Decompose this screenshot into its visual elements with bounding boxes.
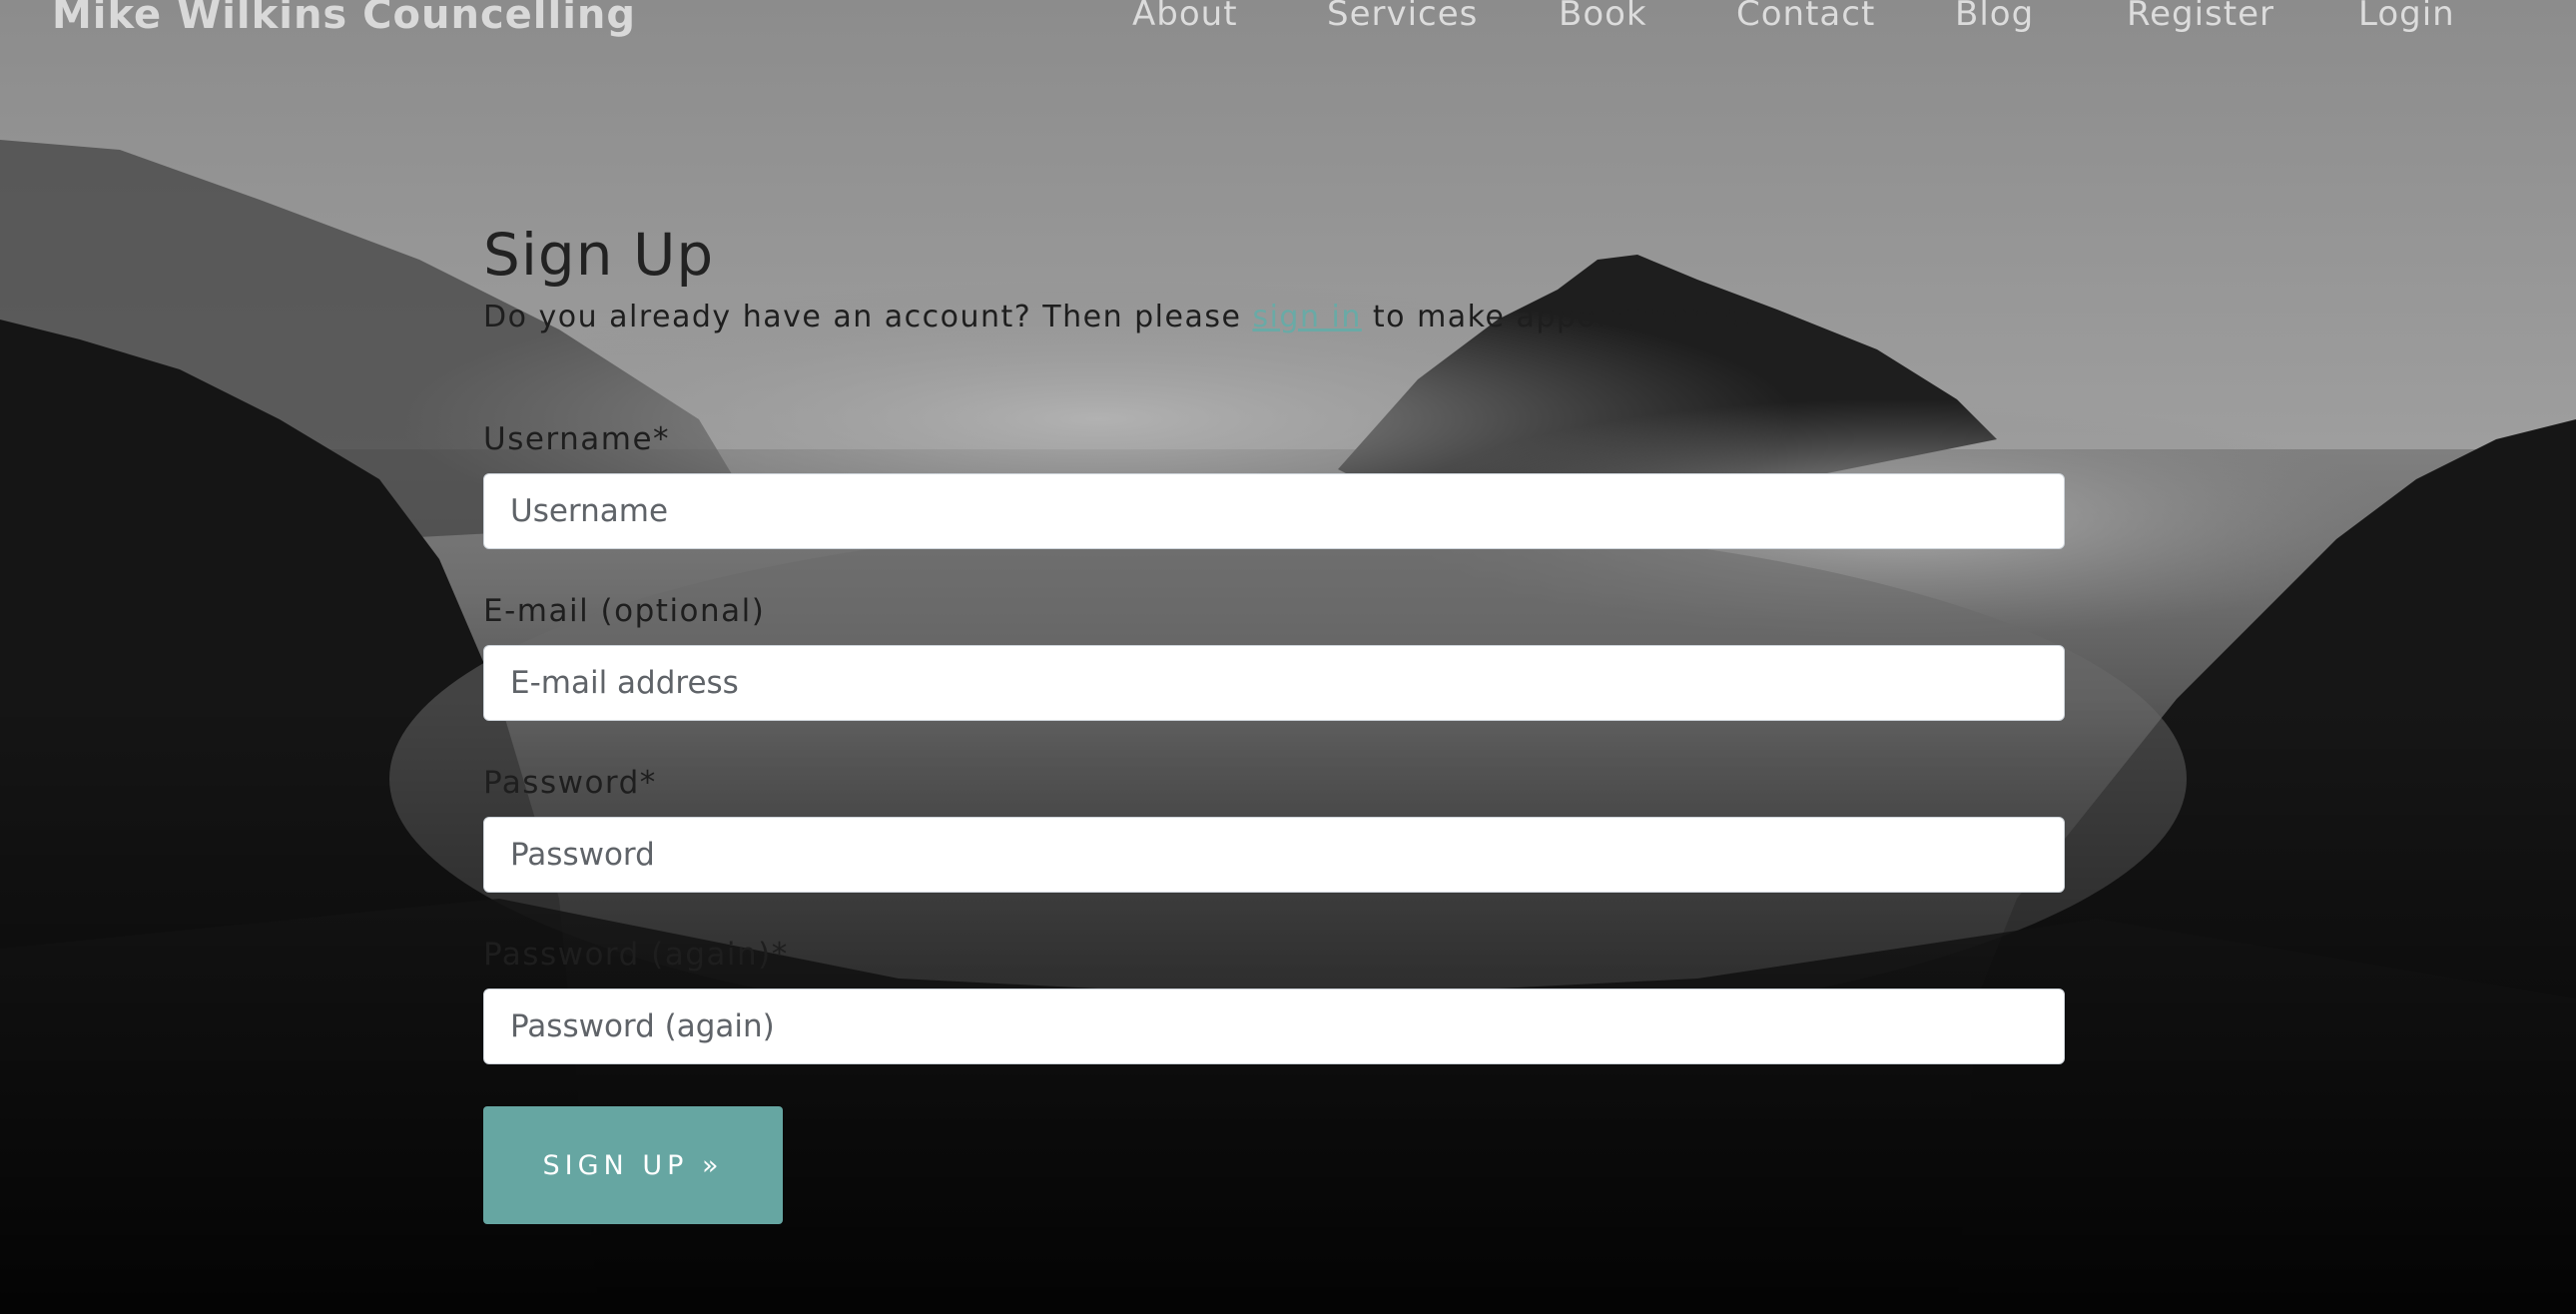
intro-text-after: to make appointments. xyxy=(1361,300,1753,334)
nav-item-about[interactable]: About xyxy=(1132,0,1238,34)
nav-item-login[interactable]: Login xyxy=(2358,0,2455,34)
username-input[interactable] xyxy=(483,473,2065,549)
nav-item-services[interactable]: Services xyxy=(1327,0,1478,34)
email-label: E-mail (optional) xyxy=(483,593,766,629)
navbar: Mike Wilkins Councelling About Services … xyxy=(0,0,2576,40)
password-group: Password* xyxy=(483,763,2065,893)
page-title: Sign Up xyxy=(483,221,715,289)
email-group: E-mail (optional) xyxy=(483,591,2065,721)
password-input[interactable] xyxy=(483,817,2065,893)
signup-form-container: Sign Up Do you already have an account? … xyxy=(483,220,2065,1224)
password-label: Password* xyxy=(483,765,657,801)
password-again-label: Password (again)* xyxy=(483,937,789,973)
username-label: Username* xyxy=(483,421,671,457)
nav-item-contact[interactable]: Contact xyxy=(1736,0,1875,34)
brand-logo-text[interactable]: Mike Wilkins Councelling xyxy=(52,0,636,38)
email-input[interactable] xyxy=(483,645,2065,721)
intro-text: Do you already have an account? Then ple… xyxy=(483,296,2065,339)
intro-text-before: Do you already have an account? Then ple… xyxy=(483,300,1253,334)
nav-item-book[interactable]: Book xyxy=(1559,0,1647,34)
password-again-group: Password (again)* xyxy=(483,935,2065,1064)
sign-up-button[interactable]: SIGN UP » xyxy=(483,1106,783,1224)
sign-in-link[interactable]: sign in xyxy=(1252,300,1361,334)
nav-item-register[interactable]: Register xyxy=(2127,0,2274,34)
username-group: Username* xyxy=(483,419,2065,549)
password-again-input[interactable] xyxy=(483,988,2065,1064)
nav-item-blog[interactable]: Blog xyxy=(1955,0,2034,34)
